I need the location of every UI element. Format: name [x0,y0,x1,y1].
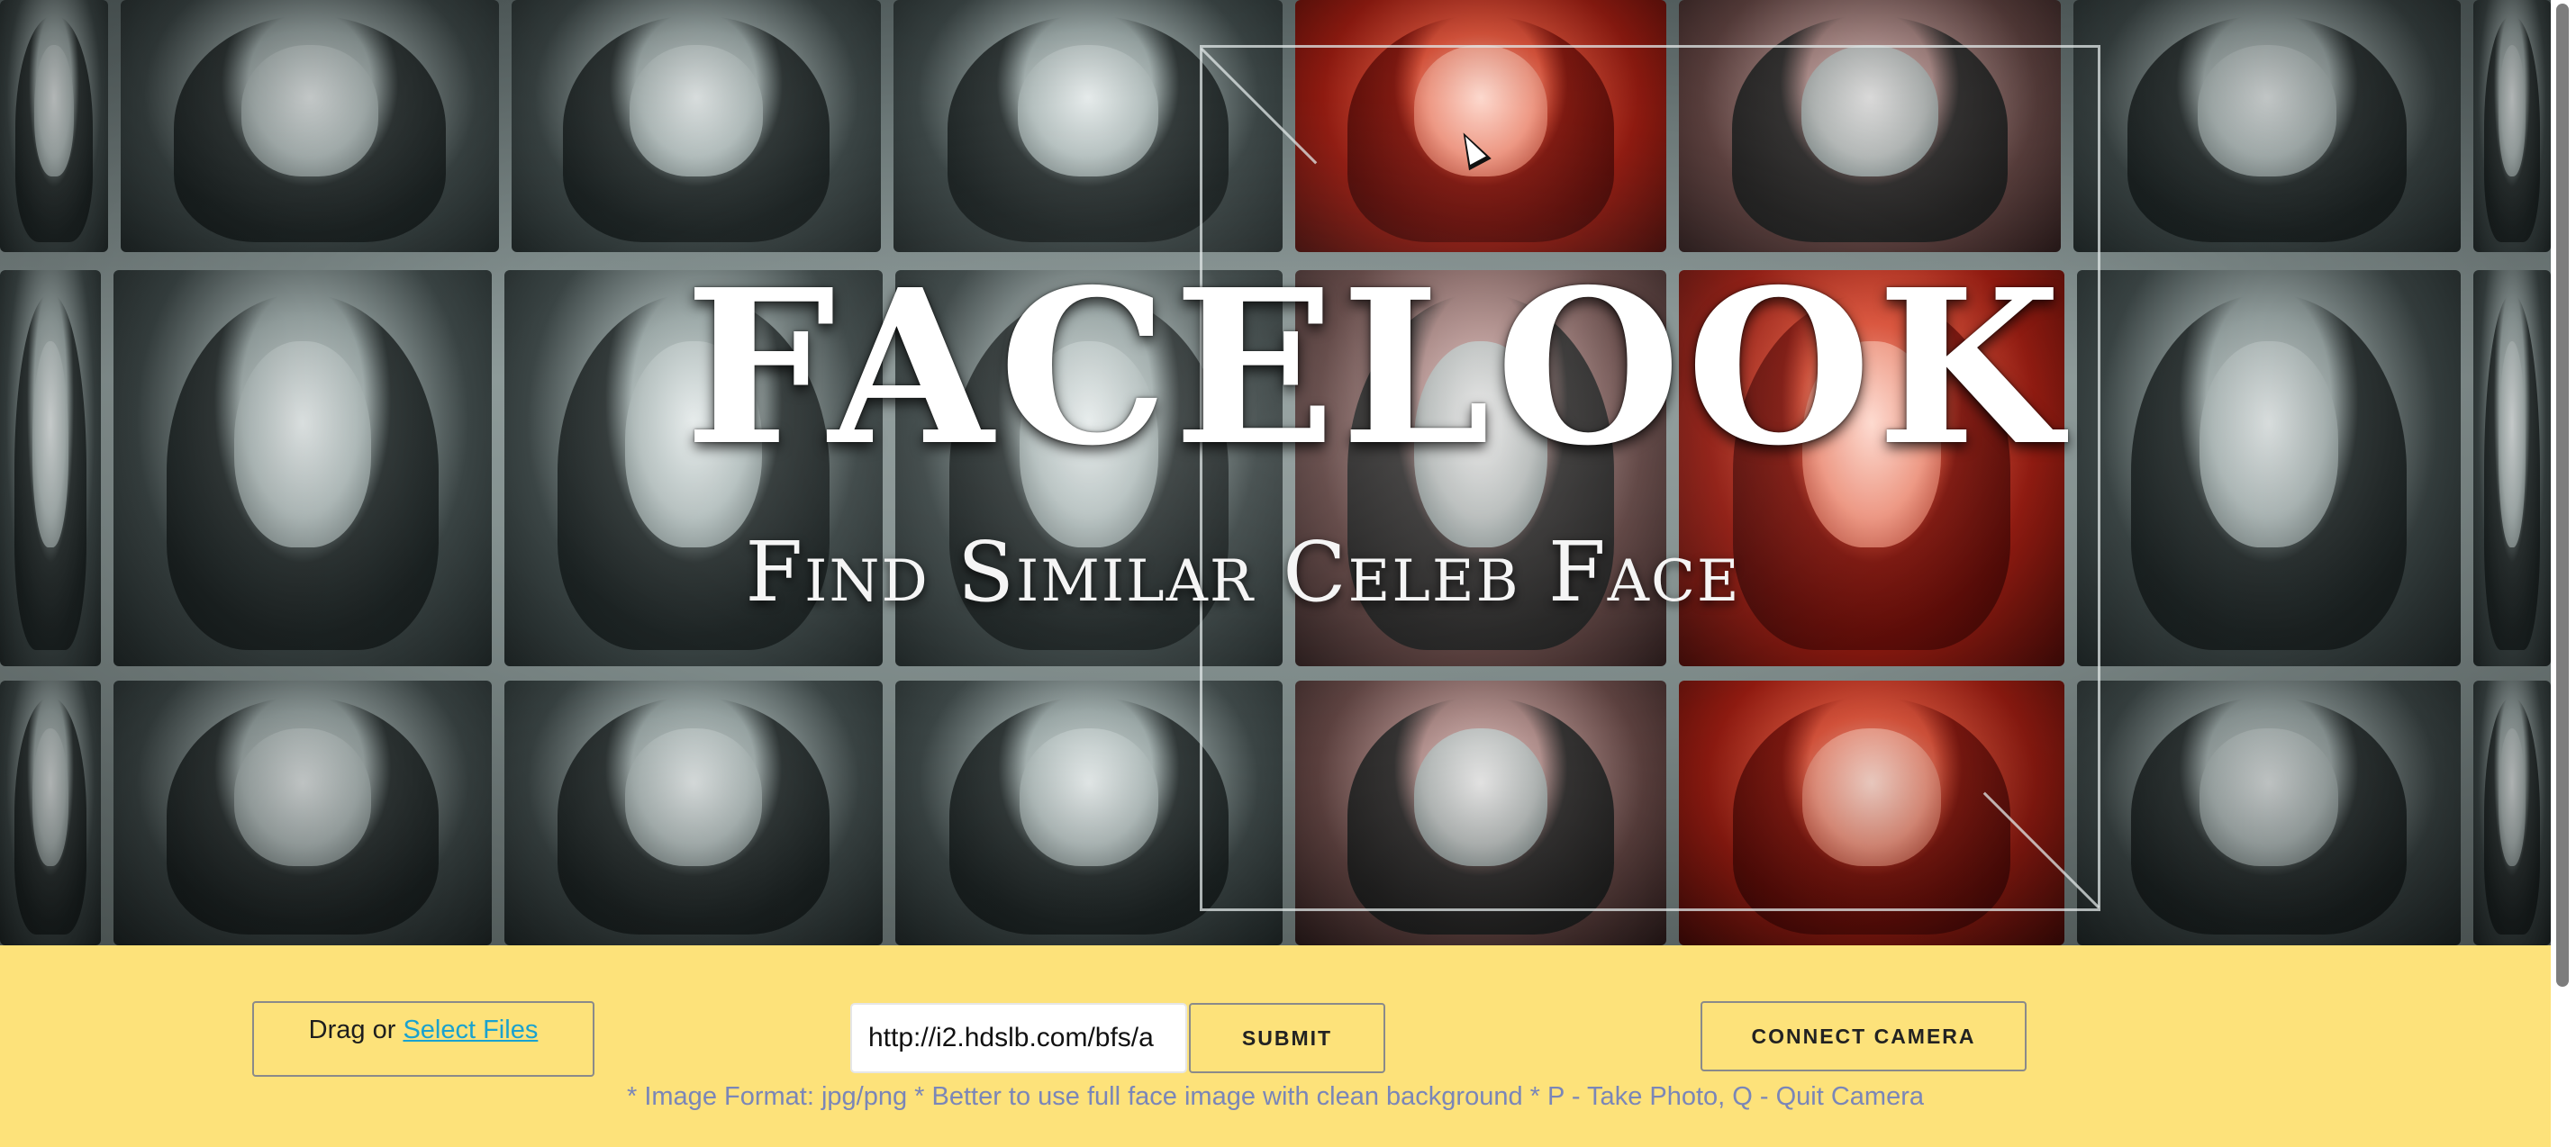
scrollbar-thumb[interactable] [2556,4,2569,987]
dropzone-label: Drag or [308,1016,396,1044]
image-url-input[interactable] [850,1003,1187,1073]
hero-banner: FACELOOK Find Similar Celeb Face [0,0,2551,945]
connect-camera-button[interactable]: CONNECT CAMERA [1701,1001,2027,1071]
file-dropzone[interactable]: Drag or Select Files [252,1001,594,1077]
frame-corner-line [1982,791,2100,908]
app-subtitle: Find Similar Celeb Face [745,524,1741,620]
select-files-link[interactable]: Select Files [403,1016,538,1044]
upload-panel: Drag or Select Files SUBMIT CONNECT CAME… [0,945,2551,1147]
frame-corner-line [1200,48,1318,165]
app-title: FACELOOK [685,242,2067,492]
vertical-scrollbar[interactable] [2551,0,2576,1147]
usage-hint: * Image Format: jpg/png * Better to use … [627,1082,1924,1111]
submit-button[interactable]: SUBMIT [1189,1003,1385,1073]
